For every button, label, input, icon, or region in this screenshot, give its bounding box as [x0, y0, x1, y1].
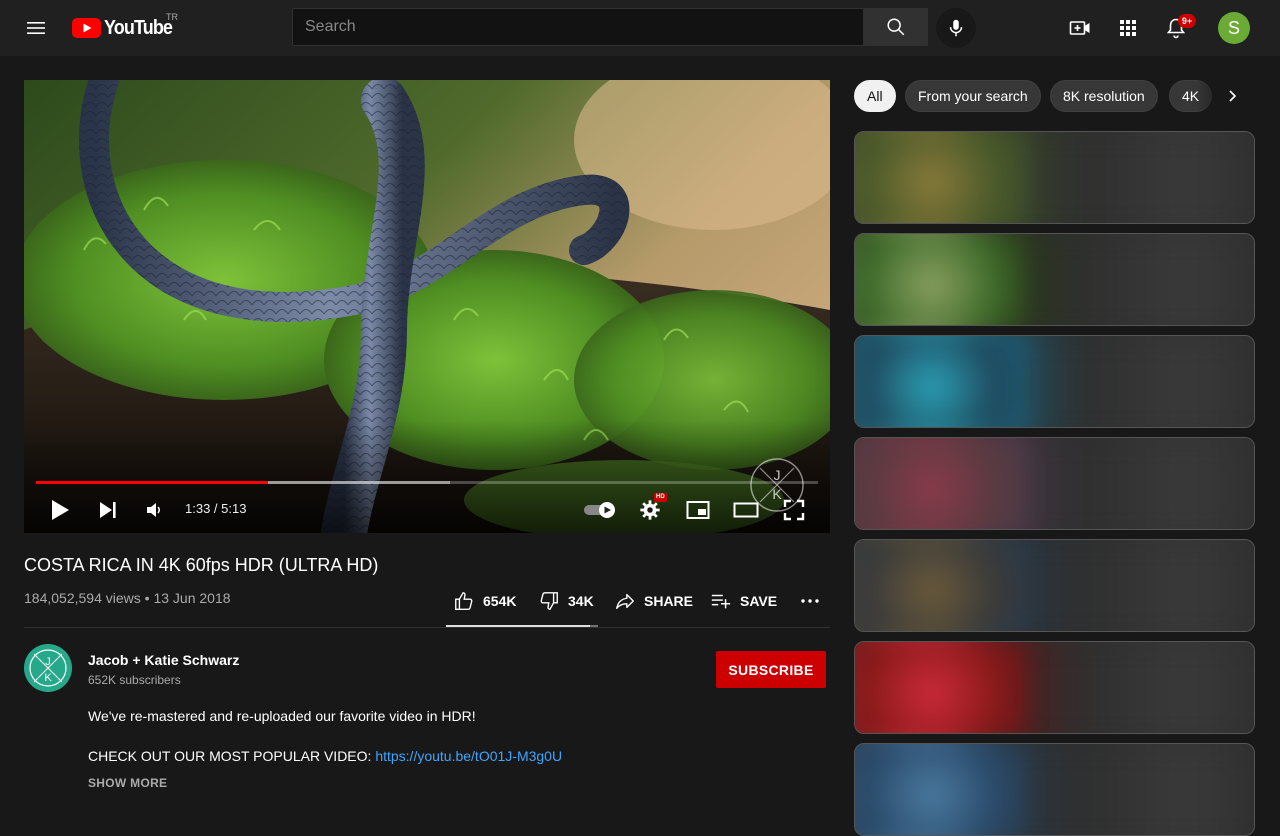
youtube-play-logo-icon [72, 18, 101, 38]
save-label: SAVE [740, 593, 778, 609]
theater-mode-icon [733, 502, 759, 518]
skip-next-icon [100, 502, 116, 518]
miniplayer-button[interactable] [684, 496, 712, 524]
autoplay-toggle[interactable] [580, 496, 620, 524]
channel-avatar[interactable]: J K [24, 644, 72, 692]
masthead: YouTube TR Search 9+ S [0, 0, 1280, 56]
subscriber-count: 652K subscribers [88, 673, 181, 687]
current-time: 1:33 [185, 501, 211, 516]
recommendation-thumbnail [855, 336, 1025, 427]
search-input[interactable] [293, 9, 863, 45]
autoplay-switch-icon [584, 502, 615, 518]
channel-logo-icon: J K [26, 646, 70, 690]
duration: 5:13 [221, 501, 247, 516]
description-line-2: CHECK OUT OUR MOST POPULAR VIDEO: https:… [88, 748, 562, 764]
recommendation-thumbnail [855, 438, 1025, 529]
meta-separator: • [140, 590, 154, 606]
volume-icon [147, 503, 160, 517]
chip-all[interactable]: All [854, 80, 896, 112]
chip-scroll-next-button[interactable] [1220, 84, 1244, 108]
video-title: COSTA RICA IN 4K 60fps HDR (ULTRA HD) [24, 555, 379, 575]
video-camera-plus-icon [1069, 21, 1090, 35]
recommendation-card[interactable] [854, 743, 1255, 836]
video-player[interactable]: J K 1:33 / 5:13 HD [24, 80, 830, 533]
apps-button[interactable] [1116, 16, 1140, 40]
youtube-logo[interactable]: YouTube [72, 15, 180, 41]
region-code: TR [166, 12, 178, 22]
progress-played [36, 481, 269, 484]
recommendation-card[interactable] [854, 641, 1255, 734]
play-icon [52, 500, 69, 520]
recommendation-thumbnail [855, 540, 1025, 631]
dislike-count: 34K [568, 593, 594, 609]
recommendation-thumbnail [855, 642, 1025, 733]
chevron-right-icon [1229, 90, 1237, 102]
time-separator: / [210, 501, 222, 516]
filter-chip-bar: All From your search 8K resolution 4K [854, 80, 1254, 112]
miniplayer-icon [686, 501, 710, 519]
fullscreen-icon [783, 499, 805, 521]
avatar-letter-j: J [45, 656, 51, 668]
like-count: 654K [483, 593, 517, 609]
time-display: 1:33 / 5:13 [185, 501, 246, 516]
description-link[interactable]: https://youtu.be/tO01J-M3g0U [375, 748, 562, 764]
play-button[interactable] [46, 496, 74, 524]
chip-8k-resolution[interactable]: 8K resolution [1050, 80, 1158, 112]
account-avatar[interactable]: S [1218, 12, 1250, 44]
view-count: 184,052,594 views [24, 590, 141, 606]
more-actions-button[interactable] [800, 590, 820, 612]
channel-name[interactable]: Jacob + Katie Schwarz [88, 652, 239, 668]
recommendation-card[interactable] [854, 335, 1255, 428]
thumbs-down-icon [540, 592, 558, 610]
notification-count-badge: 9+ [1178, 14, 1196, 28]
like-button[interactable]: 654K [453, 590, 516, 612]
microphone-icon [949, 19, 963, 37]
recommendation-thumbnail [855, 234, 1025, 325]
description-line-1: We've re-mastered and re-uploaded our fa… [88, 708, 476, 724]
avatar-letter-k: K [44, 672, 52, 684]
more-horizontal-icon [801, 599, 819, 603]
video-meta: 184,052,594 views • 13 Jun 2018 [24, 590, 231, 606]
recommendation-thumbnail [855, 744, 1025, 835]
recommendation-card[interactable] [854, 539, 1255, 632]
chip-from-your-search[interactable]: From your search [905, 80, 1041, 112]
search-icon [887, 18, 905, 36]
recommendation-card[interactable] [854, 437, 1255, 530]
info-divider [24, 627, 830, 628]
show-more-button[interactable]: SHOW MORE [88, 776, 167, 790]
mute-button[interactable] [142, 496, 166, 524]
playlist-add-icon [711, 594, 731, 609]
fullscreen-button[interactable] [780, 496, 808, 524]
save-button[interactable]: SAVE [710, 590, 777, 612]
logo-wordmark: YouTube [104, 16, 173, 39]
next-button[interactable] [96, 496, 120, 524]
recommendation-card[interactable] [854, 233, 1255, 326]
upload-date: 13 Jun 2018 [153, 590, 231, 606]
description-line-2-text: CHECK OUT OUR MOST POPULAR VIDEO: [88, 748, 376, 764]
video-frame [24, 80, 830, 533]
create-video-button[interactable] [1068, 16, 1092, 40]
subscribe-button[interactable]: SUBSCRIBE [716, 651, 826, 688]
apps-grid-icon [1120, 20, 1136, 36]
share-arrow-icon [616, 593, 634, 610]
hd-badge: HD [654, 493, 667, 502]
recommendation-card[interactable] [854, 131, 1255, 224]
search-button[interactable] [864, 8, 928, 46]
progress-bar[interactable] [36, 481, 818, 484]
voice-search-button[interactable] [936, 8, 976, 48]
search-box [292, 8, 864, 46]
thumbs-up-icon [455, 592, 473, 610]
share-label: SHARE [644, 593, 694, 609]
recommendation-thumbnail [855, 132, 1025, 223]
theater-mode-button[interactable] [731, 496, 761, 524]
gear-icon [640, 500, 660, 520]
dislike-button[interactable]: 34K [538, 590, 594, 612]
share-button[interactable]: SHARE [614, 590, 693, 612]
menu-icon[interactable] [24, 16, 48, 40]
